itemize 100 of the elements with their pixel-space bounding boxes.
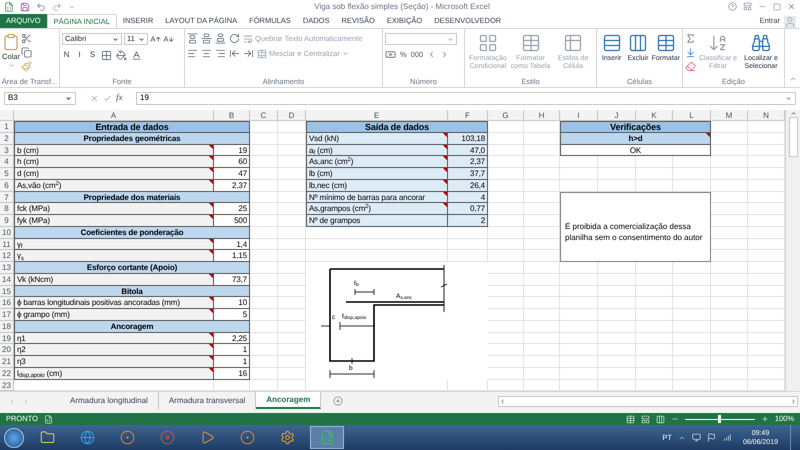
- sheet-cell[interactable]: [748, 226, 785, 238]
- sheet-cell[interactable]: [306, 250, 448, 262]
- sheet-cell[interactable]: [524, 132, 560, 144]
- sheet-cell[interactable]: [748, 203, 785, 215]
- sheet-cell[interactable]: [524, 226, 560, 238]
- sheet-cell[interactable]: [748, 297, 785, 309]
- sheet-cell[interactable]: [250, 203, 278, 215]
- sheet-cell[interactable]: [711, 250, 748, 262]
- sheet-cell[interactable]: [250, 180, 278, 192]
- sheet-cell[interactable]: [560, 320, 598, 332]
- sheet-cell[interactable]: [250, 356, 278, 368]
- sheet-cell[interactable]: [278, 332, 306, 344]
- sheet-tab[interactable]: Armadura longitudinal: [60, 392, 159, 409]
- sheet-cell[interactable]: [560, 156, 598, 168]
- row-header[interactable]: 10: [0, 226, 14, 238]
- sheet-cell[interactable]: [560, 274, 598, 286]
- sheet-cell[interactable]: [636, 332, 673, 344]
- sheet-cell[interactable]: [711, 168, 748, 180]
- column-header[interactable]: D: [278, 110, 306, 121]
- sheet-cell[interactable]: [250, 309, 278, 321]
- sheet-cell[interactable]: [748, 238, 785, 250]
- sheet-cell[interactable]: [278, 132, 306, 144]
- sheet-cell[interactable]: [560, 344, 598, 356]
- column-header[interactable]: M: [711, 110, 748, 121]
- sheet-cell[interactable]: [250, 238, 278, 250]
- sheet-cell[interactable]: [524, 144, 560, 156]
- sheet-cell[interactable]: [711, 121, 748, 133]
- sheet-cell[interactable]: [278, 250, 306, 262]
- sheet-cell[interactable]: [488, 332, 524, 344]
- row-header[interactable]: 16: [0, 297, 14, 309]
- sheet-cell[interactable]: [250, 332, 278, 344]
- row-header[interactable]: 20: [0, 344, 14, 356]
- sheet-cell[interactable]: [278, 344, 306, 356]
- sheet-cell[interactable]: [711, 262, 748, 274]
- sheet-cell[interactable]: [524, 238, 560, 250]
- row-header[interactable]: 3: [0, 144, 14, 156]
- insert-function-button[interactable]: fx: [116, 91, 132, 105]
- sheet-cell[interactable]: [673, 286, 711, 298]
- sheet-cell[interactable]: [748, 309, 785, 321]
- sheet-cell[interactable]: [278, 168, 306, 180]
- row-header[interactable]: 7: [0, 192, 14, 204]
- sheet-cell[interactable]: [488, 286, 524, 298]
- sheet-cell[interactable]: [560, 356, 598, 368]
- sheet-cell[interactable]: [488, 215, 524, 227]
- sheet-cell[interactable]: [560, 368, 598, 380]
- sheet-cell[interactable]: [524, 156, 560, 168]
- sheet-cell[interactable]: [636, 156, 673, 168]
- sheet-cell[interactable]: [250, 192, 278, 204]
- column-header[interactable]: B: [214, 110, 250, 121]
- sheet-cell[interactable]: [560, 262, 598, 274]
- sheet-cell[interactable]: [748, 356, 785, 368]
- sheet-cell[interactable]: [598, 356, 636, 368]
- sheet-cell[interactable]: [598, 168, 636, 180]
- row-header[interactable]: 15: [0, 286, 14, 298]
- sheet-cell[interactable]: [560, 168, 598, 180]
- row-header[interactable]: 4: [0, 156, 14, 168]
- row-header[interactable]: 13: [0, 262, 14, 274]
- font-style-button[interactable]: S: [88, 49, 97, 61]
- sheet-cell[interactable]: [306, 226, 448, 238]
- sheet-cell[interactable]: [711, 156, 748, 168]
- sheet-cell[interactable]: [488, 356, 524, 368]
- sheet-cell[interactable]: [278, 144, 306, 156]
- sheet-cell[interactable]: [524, 320, 560, 332]
- sheet-cell[interactable]: [306, 238, 448, 250]
- sheet-cell[interactable]: [560, 309, 598, 321]
- sheet-cell[interactable]: [278, 297, 306, 309]
- font-style-button[interactable]: I: [75, 49, 84, 61]
- column-header[interactable]: G: [488, 110, 524, 121]
- sheet-cell[interactable]: [711, 344, 748, 356]
- column-header[interactable]: L: [673, 110, 711, 121]
- sheet-cell[interactable]: [250, 121, 278, 133]
- sheet-cell[interactable]: [673, 380, 711, 391]
- sheet-cell[interactable]: [278, 203, 306, 215]
- column-header[interactable]: A: [14, 110, 214, 121]
- sheet-cell[interactable]: [524, 121, 560, 133]
- sheet-cell[interactable]: [306, 380, 448, 391]
- sheet-cell[interactable]: [524, 274, 560, 286]
- sheet-cell[interactable]: [711, 320, 748, 332]
- sheet-cell[interactable]: [278, 380, 306, 391]
- sheet-cell[interactable]: [560, 297, 598, 309]
- sheet-cell[interactable]: [488, 380, 524, 391]
- sheet-cell[interactable]: [711, 192, 748, 204]
- sheet-cell[interactable]: [598, 368, 636, 380]
- sheet-cell[interactable]: [598, 180, 636, 192]
- sheet-cell[interactable]: [560, 286, 598, 298]
- row-header[interactable]: 1: [0, 121, 14, 133]
- sheet-cell[interactable]: [748, 380, 785, 391]
- sheet-cell[interactable]: [673, 156, 711, 168]
- sheet-cell[interactable]: [278, 356, 306, 368]
- sheet-cell[interactable]: [711, 286, 748, 298]
- number-format-field[interactable]: [385, 33, 457, 45]
- sheet-cell[interactable]: [711, 332, 748, 344]
- sheet-cell[interactable]: [748, 286, 785, 298]
- row-header[interactable]: 11: [0, 238, 14, 250]
- row-header[interactable]: 21: [0, 356, 14, 368]
- sheet-cell[interactable]: [488, 238, 524, 250]
- sheet-cell[interactable]: [598, 274, 636, 286]
- sheet-cell[interactable]: [278, 309, 306, 321]
- sheet-cell[interactable]: [214, 380, 250, 391]
- sheet-cell[interactable]: [673, 309, 711, 321]
